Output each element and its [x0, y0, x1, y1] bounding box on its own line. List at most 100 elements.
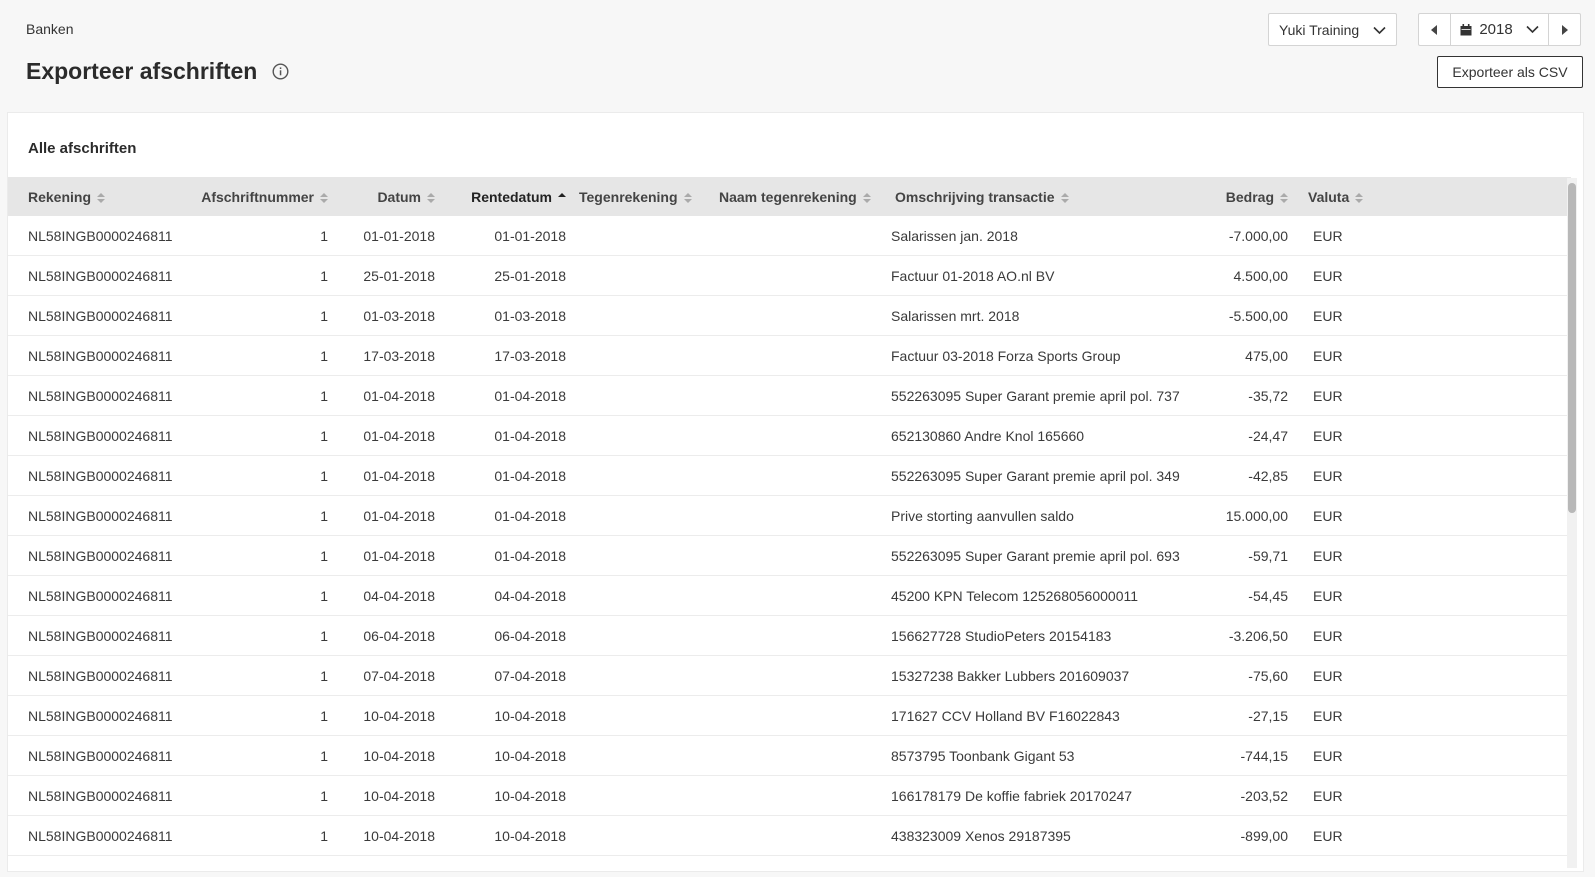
cell-rekening: NL58INGB0000246811 — [28, 268, 173, 284]
sort-icon — [1060, 191, 1069, 203]
cell-valuta: EUR — [1313, 628, 1343, 644]
column-header-label: Tegenrekening — [579, 188, 678, 205]
cell-datum: 01-04-2018 — [363, 388, 435, 404]
cell-naam_tegenrekening — [715, 216, 885, 256]
previous-year-button[interactable] — [1419, 14, 1451, 45]
cell-rentedatum: 04-04-2018 — [494, 588, 566, 604]
cell-rekening: NL58INGB0000246811 — [28, 468, 173, 484]
cell-naam_tegenrekening — [715, 536, 885, 576]
table-row[interactable]: NL58INGB0000246811 1 01-04-2018 01-04-2018 P… — [8, 496, 1571, 536]
column-header-rentedatum[interactable]: Rentedatum — [448, 177, 566, 216]
table-row[interactable]: NL58INGB0000246811 1 01-01-2018 01-01-2018 S… — [8, 216, 1571, 256]
cell-rentedatum: 10-04-2018 — [494, 748, 566, 764]
table-row[interactable]: NL58INGB0000246811 1 10-04-2018 10-04-2018 4… — [8, 816, 1571, 856]
column-header-bedrag[interactable]: Bedrag — [1158, 177, 1288, 216]
chevron-down-icon — [1526, 25, 1539, 34]
company-select[interactable]: Yuki Training — [1268, 13, 1397, 46]
sort-icon — [683, 191, 692, 203]
sort-icon — [320, 191, 328, 203]
cell-omschrijving: Salarissen mrt. 2018 — [891, 308, 1020, 324]
cell-naam_tegenrekening — [715, 296, 885, 336]
cell-naam_tegenrekening — [715, 456, 885, 496]
breadcrumb[interactable]: Banken — [26, 21, 73, 37]
cell-tegenrekening — [575, 256, 695, 296]
table-row[interactable]: NL58INGB0000246811 1 01-04-2018 01-04-2018 5… — [8, 376, 1571, 416]
column-header-omschrijving[interactable]: Omschrijving transactie — [895, 177, 1075, 216]
cell-tegenrekening — [575, 456, 695, 496]
table-row[interactable]: NL58INGB0000246811 1 01-04-2018 01-04-2018 5… — [8, 456, 1571, 496]
next-year-button[interactable] — [1548, 14, 1580, 45]
table-row[interactable]: NL58INGB0000246811 1 10-04-2018 10-04-2018 1… — [8, 696, 1571, 736]
column-header-label: Valuta — [1308, 188, 1350, 205]
table-row[interactable]: NL58INGB0000246811 1 06-04-2018 06-04-2018 1… — [8, 616, 1571, 656]
cell-valuta: EUR — [1313, 588, 1343, 604]
cell-afschriftnummer: 1 — [320, 268, 328, 284]
column-header-label: Bedrag — [1225, 188, 1274, 205]
table-row[interactable]: NL58INGB0000246811 1 10-04-2018 10-04-2018 1… — [8, 776, 1571, 816]
cell-omschrijving: 45200 KPN Telecom 125268056000011 — [891, 588, 1139, 604]
vertical-scrollbar[interactable] — [1567, 178, 1577, 868]
cell-afschriftnummer: 1 — [320, 788, 328, 804]
cell-rekening: NL58INGB0000246811 — [28, 348, 173, 364]
cell-tegenrekening — [575, 496, 695, 536]
cell-tegenrekening — [575, 776, 695, 816]
cell-naam_tegenrekening — [715, 496, 885, 536]
column-header-rekening[interactable]: Rekening — [28, 177, 203, 216]
cell-naam_tegenrekening — [715, 776, 885, 816]
cell-afschriftnummer: 1 — [320, 668, 328, 684]
cell-omschrijving: 552263095 Super Garant premie april pol.… — [891, 548, 1180, 564]
cell-valuta: EUR — [1313, 228, 1343, 244]
column-header-datum[interactable]: Datum — [338, 177, 435, 216]
cell-afschriftnummer: 1 — [320, 428, 328, 444]
cell-naam_tegenrekening — [715, 736, 885, 776]
cell-datum: 10-04-2018 — [363, 828, 435, 844]
scrollbar-thumb[interactable] — [1568, 183, 1576, 513]
cell-tegenrekening — [575, 536, 695, 576]
cell-naam_tegenrekening — [715, 816, 885, 856]
export-csv-button[interactable]: Exporteer als CSV — [1437, 56, 1583, 88]
cell-rekening: NL58INGB0000246811 — [28, 388, 173, 404]
column-header-naam_tegenrekening[interactable]: Naam tegenrekening — [719, 177, 879, 216]
table-row[interactable]: NL58INGB0000246811 1 01-04-2018 01-04-2018 5… — [8, 536, 1571, 576]
cell-tegenrekening — [575, 576, 695, 616]
cell-bedrag: -899,00 — [1240, 828, 1288, 844]
cell-bedrag: -24,47 — [1248, 428, 1288, 444]
table-row[interactable]: NL58INGB0000246811 1 04-04-2018 04-04-2018 4… — [8, 576, 1571, 616]
cell-omschrijving: 652130860 Andre Knol 165660 — [891, 428, 1085, 444]
cell-valuta: EUR — [1313, 468, 1343, 484]
cell-rentedatum: 01-04-2018 — [494, 388, 566, 404]
column-header-label: Rekening — [28, 188, 92, 205]
cell-rekening: NL58INGB0000246811 — [28, 668, 173, 684]
table-row[interactable]: NL58INGB0000246811 1 25-01-2018 25-01-2018 F… — [8, 256, 1571, 296]
cell-tegenrekening — [575, 216, 695, 256]
column-header-label: Omschrijving transactie — [895, 188, 1055, 205]
cell-afschriftnummer: 1 — [320, 548, 328, 564]
cell-valuta: EUR — [1313, 348, 1343, 364]
cell-afschriftnummer: 1 — [320, 228, 328, 244]
cell-tegenrekening — [575, 336, 695, 376]
cell-afschriftnummer: 1 — [320, 828, 328, 844]
cell-afschriftnummer: 1 — [320, 388, 328, 404]
column-header-tegenrekening[interactable]: Tegenrekening — [579, 177, 699, 216]
year-select[interactable]: 2018 — [1451, 14, 1548, 45]
table-row[interactable]: NL58INGB0000246811 1 17-03-2018 17-03-2018 F… — [8, 336, 1571, 376]
column-header-label: Naam tegenrekening — [719, 188, 857, 205]
column-header-afschriftnummer[interactable]: Afschriftnummer — [198, 177, 328, 216]
column-header-valuta[interactable]: Valuta — [1308, 177, 1388, 216]
table-row[interactable]: NL58INGB0000246811 1 07-04-2018 07-04-2018 1… — [8, 656, 1571, 696]
cell-bedrag: -744,15 — [1240, 748, 1288, 764]
cell-valuta: EUR — [1313, 508, 1343, 524]
cell-rekening: NL58INGB0000246811 — [28, 748, 173, 764]
cell-omschrijving: 156627728 StudioPeters 20154183 — [891, 628, 1112, 644]
info-icon[interactable] — [271, 63, 289, 81]
cell-bedrag: -35,72 — [1248, 388, 1288, 404]
table-row[interactable]: NL58INGB0000246811 1 01-04-2018 01-04-2018 6… — [8, 416, 1571, 456]
cell-naam_tegenrekening — [715, 256, 885, 296]
cell-afschriftnummer: 1 — [320, 748, 328, 764]
cell-naam_tegenrekening — [715, 696, 885, 736]
table-row[interactable]: NL58INGB0000246811 1 10-04-2018 10-04-2018 8… — [8, 736, 1571, 776]
cell-rentedatum: 10-04-2018 — [494, 788, 566, 804]
cell-bedrag: -42,85 — [1248, 468, 1288, 484]
table-row[interactable]: NL58INGB0000246811 1 01-03-2018 01-03-2018 S… — [8, 296, 1571, 336]
cell-rentedatum: 01-04-2018 — [494, 468, 566, 484]
